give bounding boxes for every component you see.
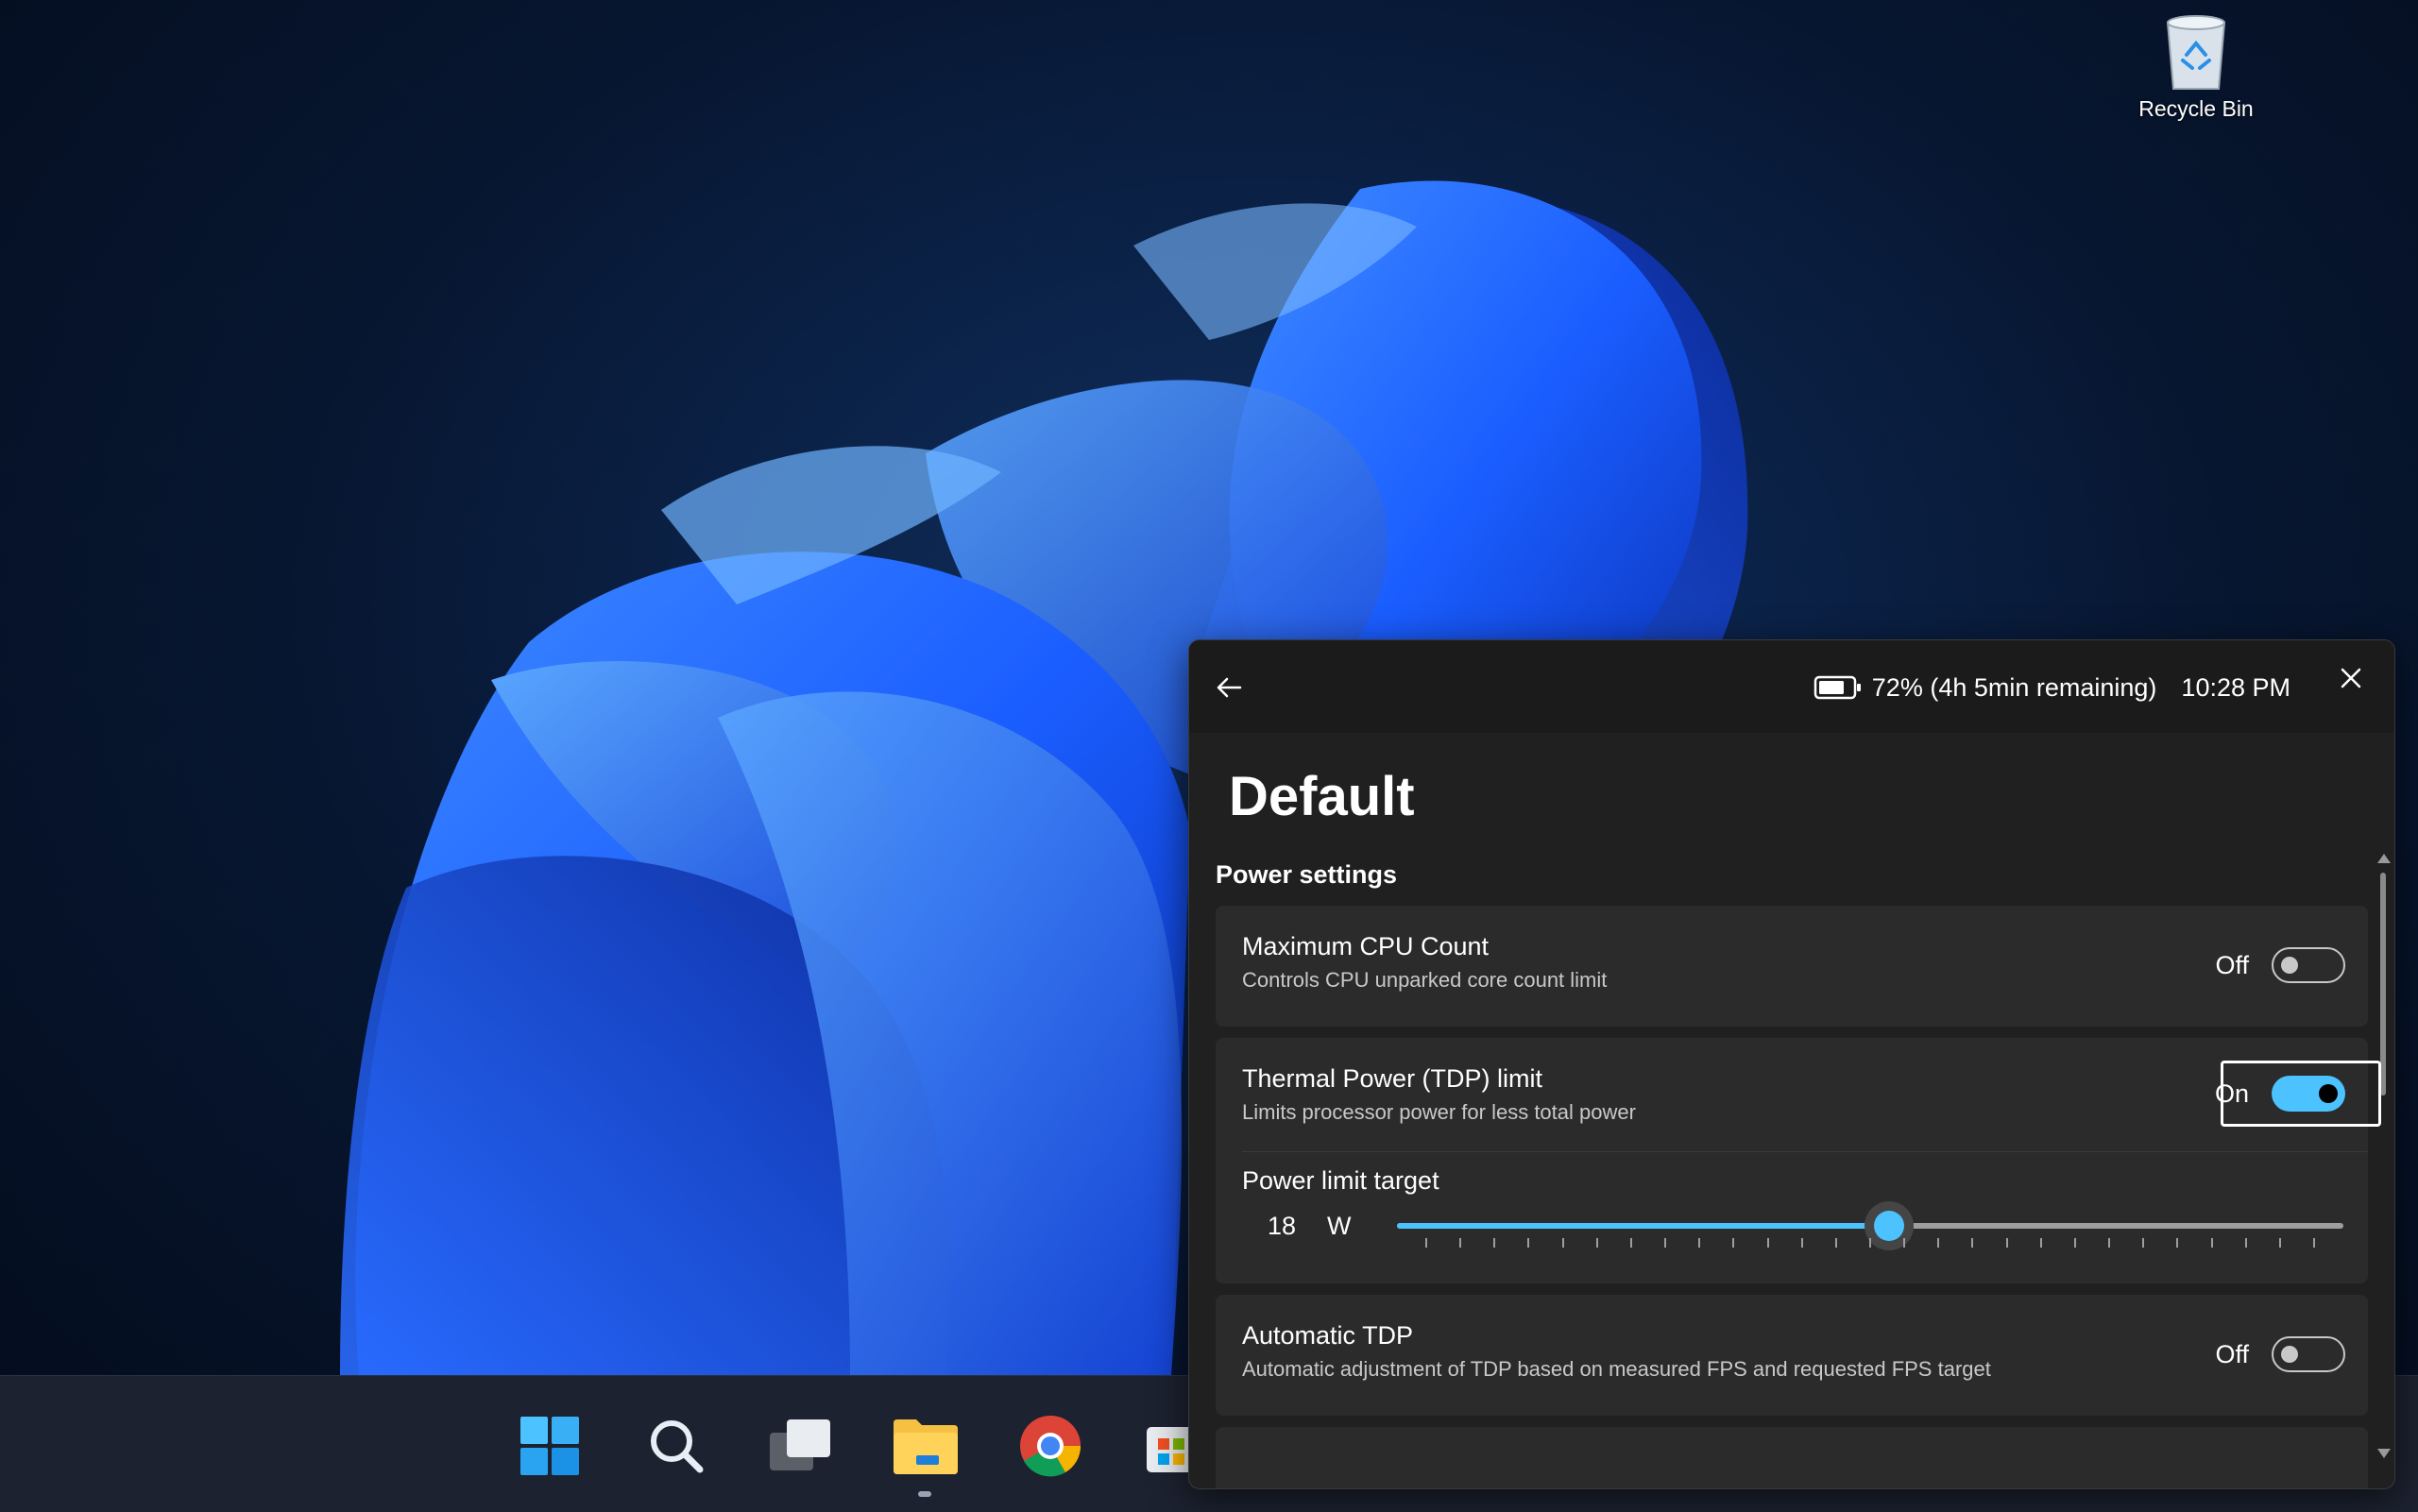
- slider-tick: [2244, 1238, 2247, 1248]
- max-cpu-count-toggle-group: Off: [2215, 947, 2345, 983]
- recycle-bin-icon: [2166, 15, 2226, 90]
- tdp-limit-title: Thermal Power (TDP) limit: [1242, 1064, 1543, 1093]
- panel-scrollbar[interactable]: [2375, 854, 2391, 1458]
- slider-tick: [2005, 1238, 2008, 1248]
- tdp-limit-toggle[interactable]: [2272, 1076, 2345, 1112]
- slider-tick: [2039, 1238, 2042, 1248]
- automatic-tdp-toggle-group: Off: [2215, 1336, 2345, 1372]
- slider-tick: [1869, 1238, 1871, 1248]
- power-limit-slider[interactable]: [1397, 1201, 2343, 1250]
- battery-icon: [1814, 674, 1863, 701]
- search-icon[interactable]: [642, 1412, 710, 1480]
- power-limit-target-title: Power limit target: [1242, 1166, 1439, 1195]
- slider-tick: [2313, 1238, 2315, 1248]
- scroll-up-arrow-icon[interactable]: [2377, 854, 2391, 863]
- slider-tick: [1493, 1238, 1496, 1248]
- toggle-knob: [2281, 957, 2298, 974]
- chrome-icon[interactable]: [1016, 1412, 1084, 1480]
- slider-tick: [1425, 1238, 1427, 1248]
- slider-tick: [2073, 1238, 2076, 1248]
- close-button[interactable]: [2330, 657, 2372, 699]
- slider-tick: [2210, 1238, 2213, 1248]
- active-app-indicator: [918, 1491, 931, 1497]
- max-cpu-count-card: Maximum CPU Count Controls CPU unparked …: [1216, 906, 2368, 1027]
- tdp-limit-description: Limits processor power for less total po…: [1242, 1100, 1636, 1124]
- max-cpu-count-title: Maximum CPU Count: [1242, 932, 1490, 960]
- slider-tick: [2142, 1238, 2145, 1248]
- scroll-down-arrow-icon[interactable]: [2377, 1449, 2391, 1458]
- card-divider: [1242, 1151, 2368, 1152]
- battery-status-text: 72% (4h 5min remaining): [1871, 672, 2157, 702]
- slider-tick: [1527, 1238, 1530, 1248]
- slider-tick: [1903, 1238, 1906, 1248]
- automatic-tdp-description: Automatic adjustment of TDP based on mea…: [1242, 1357, 1991, 1381]
- max-cpu-count-state: Off: [2215, 950, 2249, 979]
- slider-tick: [1595, 1238, 1598, 1248]
- tdp-limit-toggle-group: On: [2215, 1076, 2345, 1112]
- slider-tick: [1800, 1238, 1803, 1248]
- slider-tick: [1664, 1238, 1667, 1248]
- power-profile-panel: 72% (4h 5min remaining) 10:28 PM Default…: [1188, 639, 2395, 1489]
- next-setting-card: [1216, 1427, 2368, 1488]
- panel-header: 72% (4h 5min remaining) 10:28 PM: [1189, 640, 2394, 733]
- task-view-icon[interactable]: [767, 1412, 835, 1480]
- page-title: Default: [1229, 766, 1415, 827]
- slider-tick: [1971, 1238, 1974, 1248]
- close-icon: [2341, 668, 2361, 688]
- slider-tick: [1766, 1238, 1769, 1248]
- windows-start-icon[interactable]: [516, 1412, 584, 1480]
- automatic-tdp-card: Automatic TDP Automatic adjustment of TD…: [1216, 1295, 2368, 1416]
- slider-tick: [2108, 1238, 2111, 1248]
- slider-tick: [1698, 1238, 1701, 1248]
- tdp-limit-card: Thermal Power (TDP) limit Limits process…: [1216, 1038, 2381, 1283]
- slider-tick: [2176, 1238, 2179, 1248]
- max-cpu-count-description: Controls CPU unparked core count limit: [1242, 968, 1608, 992]
- status-bar: 72% (4h 5min remaining) 10:28 PM: [1814, 667, 2290, 708]
- toggle-knob: [2319, 1084, 2338, 1103]
- slider-tick: [1732, 1238, 1735, 1248]
- slider-tick: [1834, 1238, 1837, 1248]
- section-title: Power settings: [1216, 860, 1398, 889]
- slider-tick: [1459, 1238, 1462, 1248]
- scroll-thumb[interactable]: [2380, 873, 2386, 1096]
- slider-tick: [1937, 1238, 1940, 1248]
- recycle-bin-shortcut[interactable]: Recycle Bin: [2125, 9, 2267, 122]
- automatic-tdp-toggle[interactable]: [2272, 1336, 2345, 1372]
- max-cpu-count-toggle[interactable]: [2272, 947, 2345, 983]
- power-limit-unit: W: [1327, 1212, 1352, 1240]
- recycle-bin-label: Recycle Bin: [2138, 96, 2254, 121]
- slider-tick: [1561, 1238, 1564, 1248]
- slider-tick: [2278, 1238, 2281, 1248]
- automatic-tdp-state: Off: [2215, 1339, 2249, 1368]
- slider-ticks: [1397, 1238, 2343, 1248]
- power-limit-value: 18: [1268, 1212, 1297, 1240]
- toggle-knob: [2281, 1346, 2298, 1363]
- file-explorer-icon[interactable]: [892, 1412, 960, 1480]
- back-arrow-icon: [1217, 677, 1242, 698]
- back-button[interactable]: [1208, 667, 1250, 708]
- clock-time: 10:28 PM: [2181, 672, 2290, 702]
- slider-fill: [1397, 1223, 1890, 1229]
- tdp-limit-state: On: [2214, 1079, 2249, 1108]
- automatic-tdp-title: Automatic TDP: [1242, 1321, 1414, 1350]
- slider-tick: [1629, 1238, 1632, 1248]
